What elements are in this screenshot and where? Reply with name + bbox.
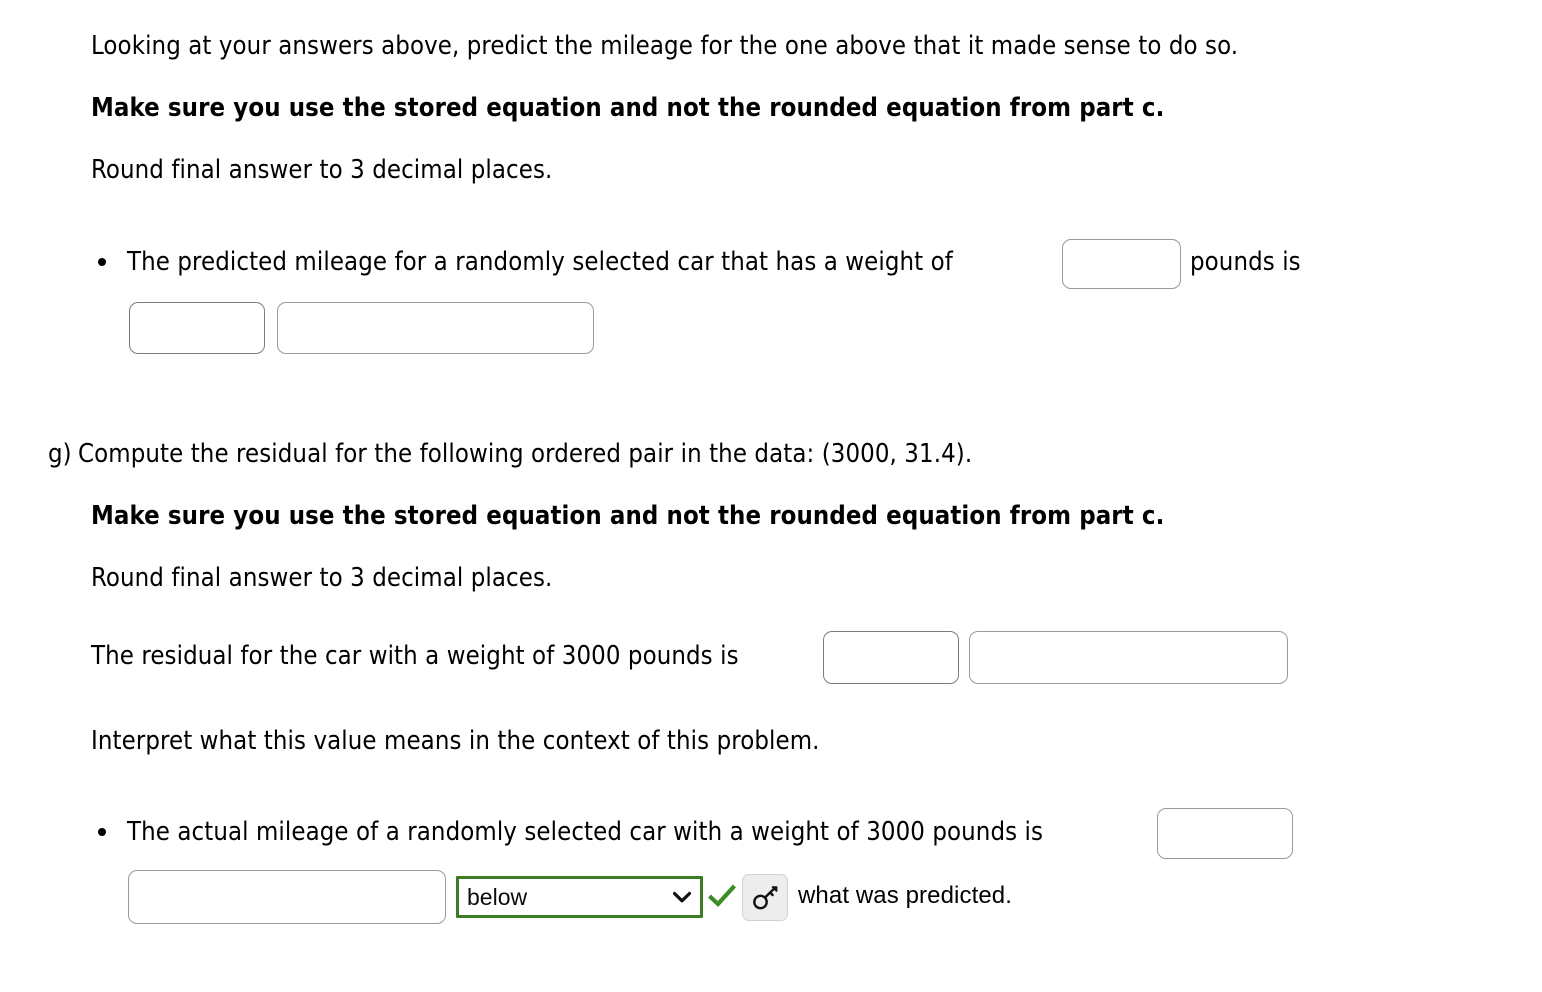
part-f-rounding-note: Round final answer to 3 decimal places. <box>91 155 553 185</box>
part-g-label: g) <box>48 439 72 469</box>
part-f-note-bold: Make sure you use the stored equation an… <box>91 93 1165 123</box>
check-icon <box>708 884 736 907</box>
predicted-mileage-value-input[interactable] <box>129 302 265 354</box>
interpret-prompt: Interpret what this value means in the c… <box>91 726 820 756</box>
question-page: Looking at your answers above, predict t… <box>0 0 1542 992</box>
bullet-marker <box>98 828 106 836</box>
part-f-intro-text: Looking at your answers above, predict t… <box>91 31 1239 61</box>
part-g-prompt: Compute the residual for the following o… <box>78 439 973 469</box>
key-icon <box>753 885 778 909</box>
actual-mileage-input[interactable] <box>1157 808 1293 859</box>
residual-sentence: The residual for the car with a weight o… <box>91 641 739 671</box>
comparison-select[interactable]: below <box>456 876 703 918</box>
part-g-rounding-note: Round final answer to 3 decimal places. <box>91 563 553 593</box>
answer-key-button[interactable] <box>742 874 788 921</box>
trailing-text: what was predicted. <box>798 882 1013 909</box>
part-g-note-bold: Make sure you use the stored equation an… <box>91 501 1165 531</box>
part-f-bullet-suffix: pounds is <box>1190 247 1301 277</box>
residual-value-input[interactable] <box>823 631 959 684</box>
weight-input[interactable] <box>1062 239 1181 289</box>
residual-units-input[interactable] <box>969 631 1288 684</box>
part-f-bullet-prefix: The predicted mileage for a randomly sel… <box>127 247 953 277</box>
predicted-mileage-units-input[interactable] <box>277 302 594 354</box>
bullet-marker <box>98 258 106 266</box>
part-g-bullet-text: The actual mileage of a randomly selecte… <box>127 817 1044 847</box>
comparison-select-wrapper: below <box>456 876 703 918</box>
difference-amount-input[interactable] <box>128 870 446 924</box>
